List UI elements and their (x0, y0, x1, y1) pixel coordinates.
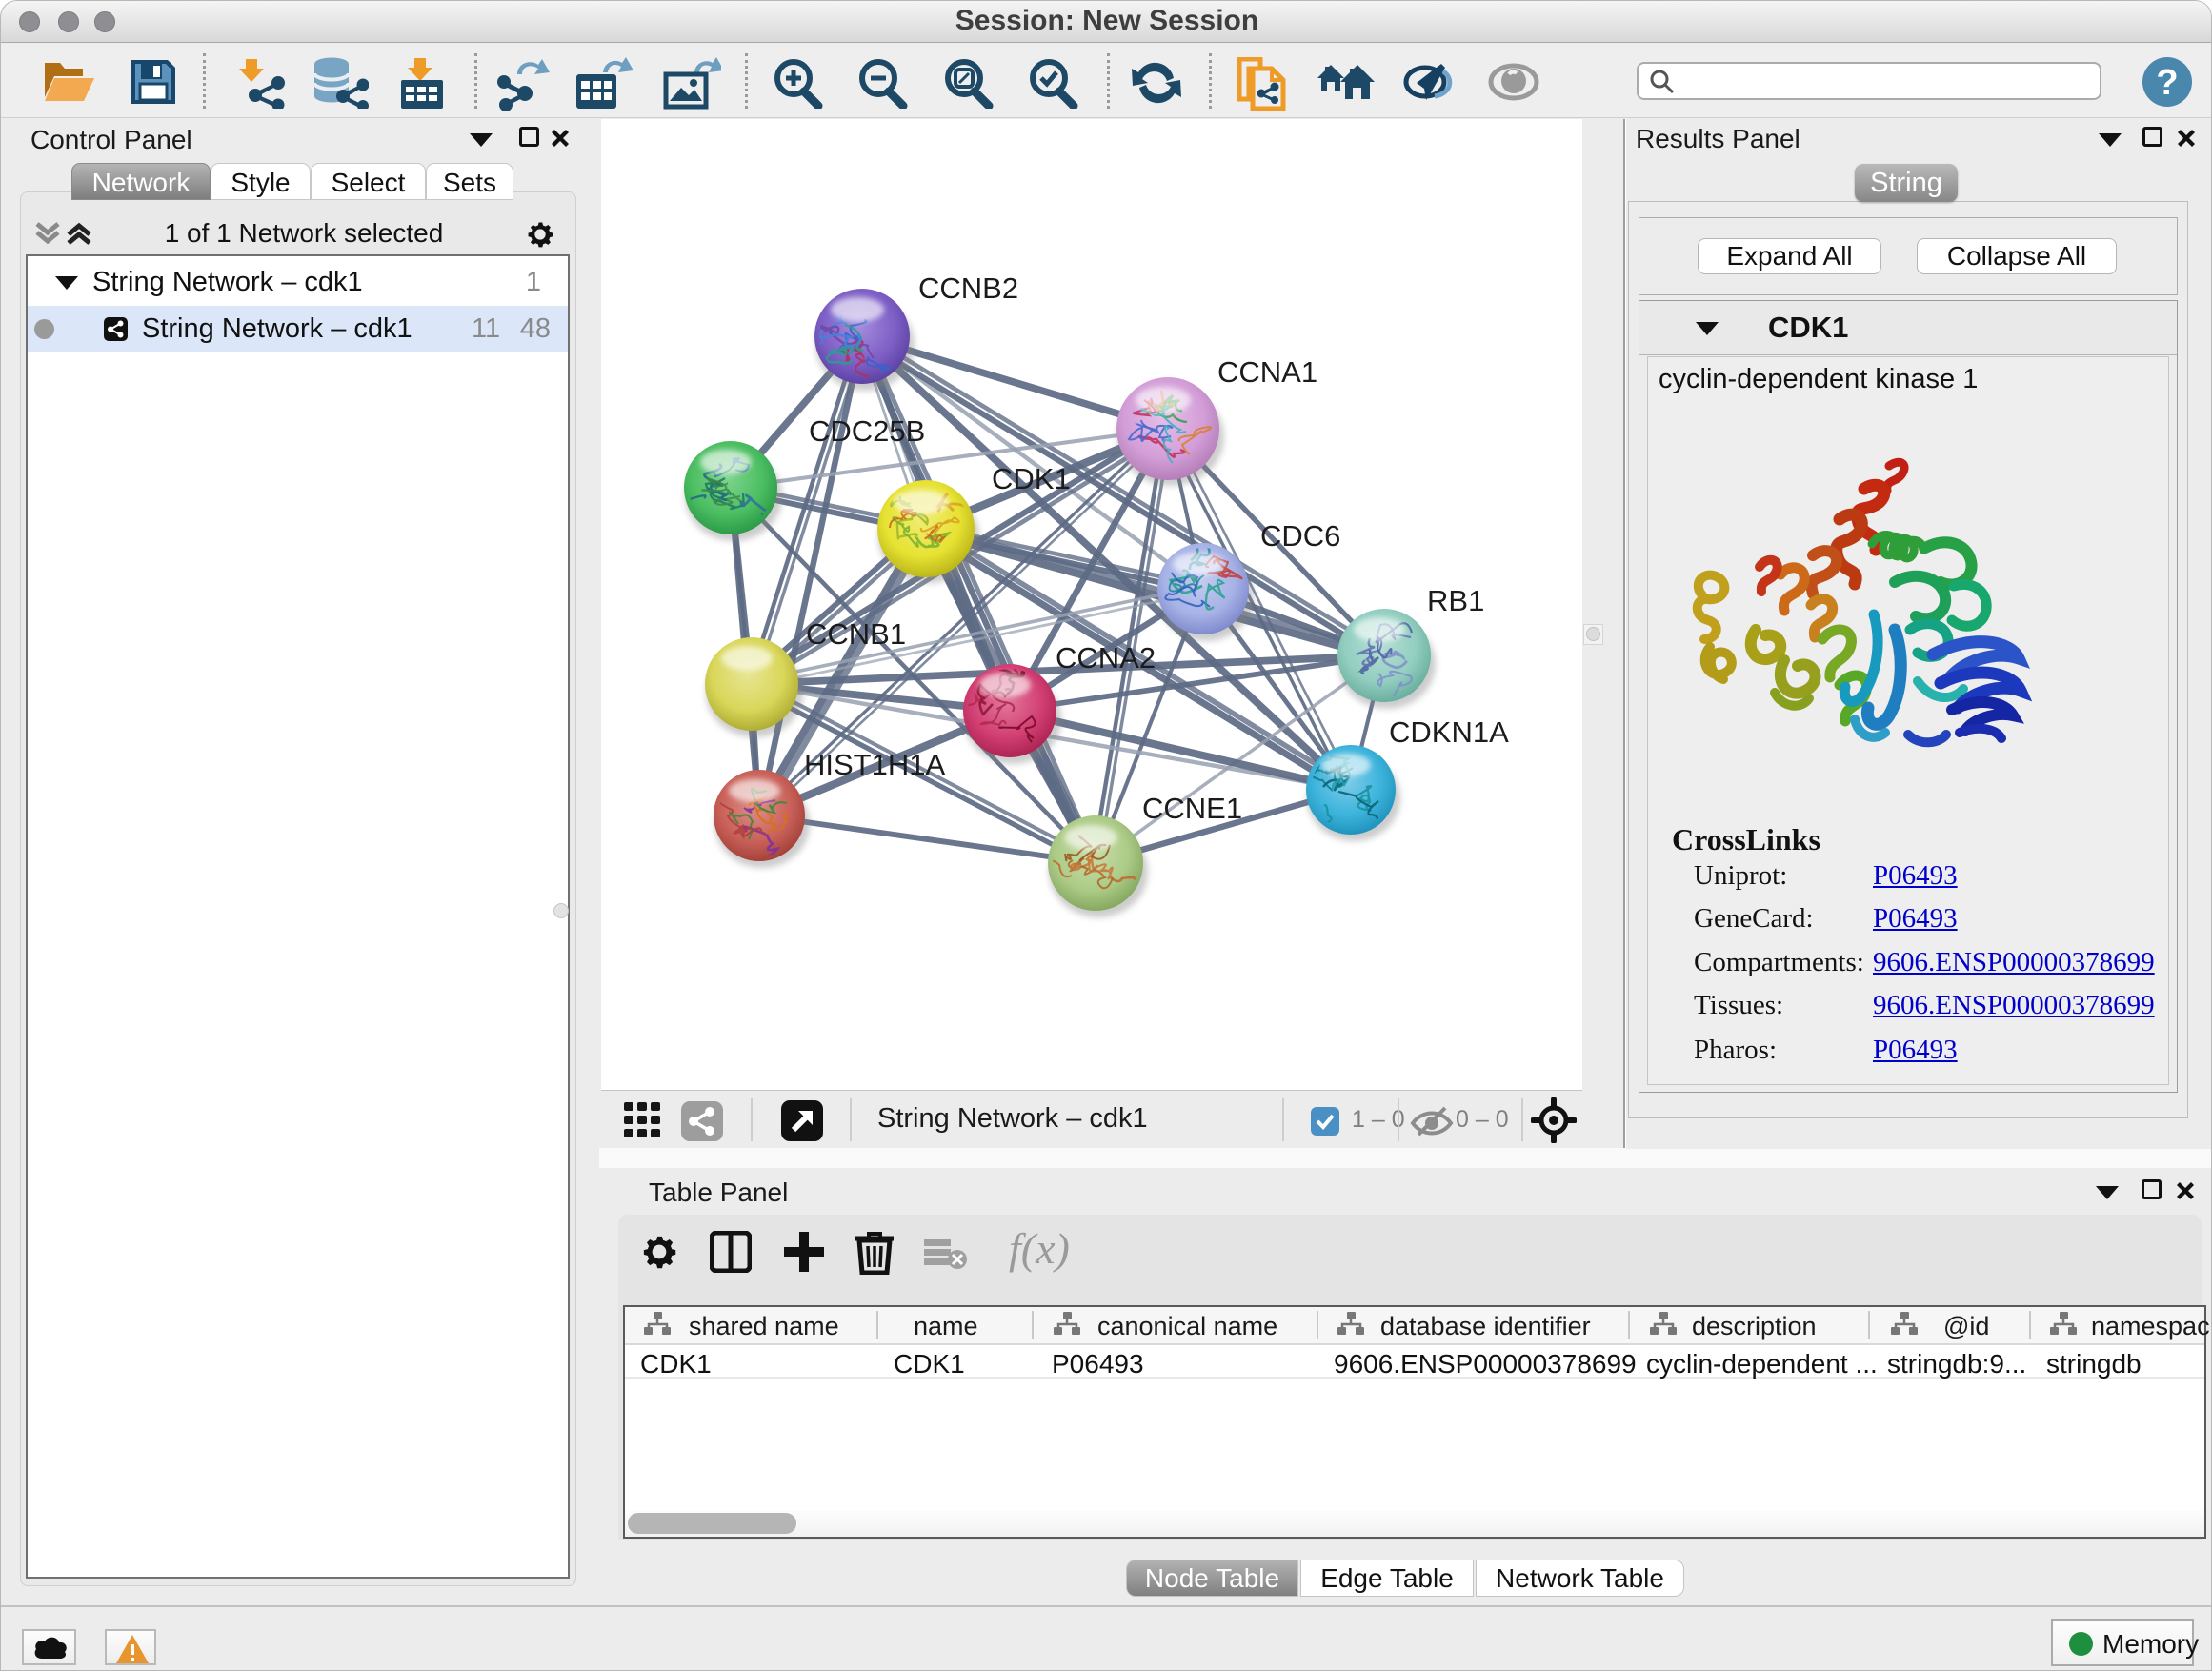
svg-text:RB1: RB1 (1427, 584, 1484, 617)
svg-text:CCNA1: CCNA1 (1217, 355, 1317, 389)
svg-text:CCNB1: CCNB1 (806, 617, 906, 651)
svg-text:CCNB2: CCNB2 (918, 272, 1018, 305)
svg-text:HIST1H1A: HIST1H1A (804, 748, 945, 781)
svg-text:CDKN1A: CDKN1A (1389, 715, 1509, 749)
svg-text:CCNE1: CCNE1 (1142, 792, 1242, 825)
svg-text:CDK1: CDK1 (992, 462, 1071, 495)
svg-text:?: ? (2156, 63, 2178, 103)
svg-text:CDC25B: CDC25B (809, 414, 925, 448)
svg-text:CDC6: CDC6 (1260, 519, 1340, 553)
svg-text:CCNA2: CCNA2 (1056, 641, 1156, 674)
